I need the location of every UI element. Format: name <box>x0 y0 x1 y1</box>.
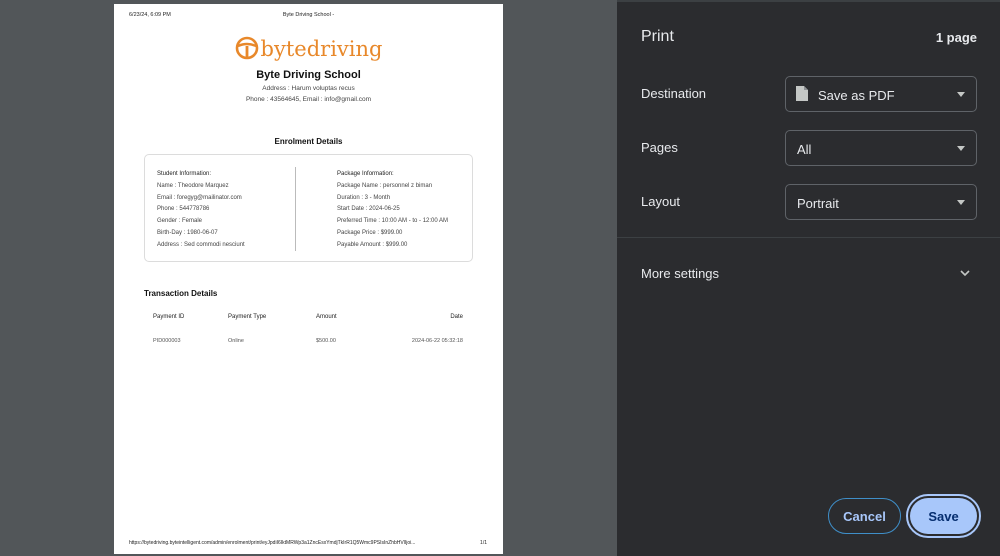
enrolment-details-title: Enrolment Details <box>274 137 343 146</box>
dropdown-arrow-icon <box>957 200 965 205</box>
cell-payment-id: PID000003 <box>153 338 181 344</box>
pages-select[interactable]: All <box>785 130 977 166</box>
logo-text-byte: byte <box>260 36 307 61</box>
student-address: Address : Sed commodi nesciunt <box>157 241 245 248</box>
cancel-button[interactable]: Cancel <box>828 498 901 534</box>
student-phone: Phone : 544778786 <box>157 206 210 213</box>
footer-page-number: 1/1 <box>480 540 487 546</box>
preview-page: 6/23/24, 6:09 PM Byte Driving School - b… <box>114 4 503 554</box>
package-name: Package Name : personnel z biman <box>337 182 433 189</box>
save-button[interactable]: Save <box>910 498 977 534</box>
chevron-down-icon[interactable] <box>960 268 970 278</box>
page-count: 1 page <box>935 30 977 45</box>
student-birthday: Birth-Day : 1980-06-07 <box>157 229 218 236</box>
column-header-payment-id: Payment ID <box>153 314 185 320</box>
table-header-row: Payment ID Payment Type Amount Date <box>153 314 463 326</box>
cell-date: 2024-06-22 05:32:18 <box>411 338 463 344</box>
package-information: Package Information: Package Name : pers… <box>337 169 448 252</box>
transaction-details-title: Transaction Details <box>144 289 218 298</box>
school-address: Address : Harum voluptas recus <box>262 85 355 92</box>
package-price: Package Price : $999.00 <box>337 229 403 236</box>
cell-amount: $500.00 <box>316 338 336 344</box>
school-name: Byte Driving School <box>256 69 361 81</box>
cell-payment-type: Online <box>228 338 244 344</box>
dropdown-arrow-icon <box>957 146 965 151</box>
header-title: Byte Driving School - <box>282 12 335 18</box>
transaction-table: Payment ID Payment Type Amount Date PID0… <box>153 314 463 350</box>
pages-label: Pages <box>641 140 678 155</box>
print-preview-area: 6/23/24, 6:09 PM Byte Driving School - b… <box>0 0 617 556</box>
destination-select[interactable]: Save as PDF <box>785 76 977 112</box>
dropdown-arrow-icon <box>957 92 965 97</box>
details-divider <box>295 167 296 251</box>
print-title: Print <box>641 28 674 45</box>
student-gender: Gender : Female <box>157 218 203 225</box>
document-icon <box>796 86 808 101</box>
steering-wheel-logo-icon <box>235 36 258 60</box>
student-email: Email : foregyg@mailinator.com <box>157 194 242 201</box>
column-header-date: Date <box>450 314 463 320</box>
logo-text-driving: driving <box>306 36 383 61</box>
package-preferred-time: Preferred Time : 10:00 AM - to - 12:00 A… <box>337 218 449 225</box>
panel-top-border <box>617 0 1000 2</box>
student-name: Name : Theodore Marquez <box>157 182 229 189</box>
enrolment-details-box: Student Information: Name : Theodore Mar… <box>144 154 473 262</box>
settings-divider <box>617 237 1000 238</box>
destination-value: Save as PDF <box>818 88 895 103</box>
table-row: PID000003 Online $500.00 2024-06-22 05:3… <box>153 338 463 350</box>
package-payable-amount: Payable Amount : $999.00 <box>337 241 408 248</box>
student-info-heading: Student Information: <box>157 171 212 177</box>
footer-url: https://bytedriving.byteintelligent.com/… <box>129 540 416 546</box>
column-header-amount: Amount <box>316 314 337 320</box>
package-start-date: Start Date : 2024-06-25 <box>337 206 400 213</box>
layout-label: Layout <box>641 194 681 209</box>
logo: bytedriving <box>114 36 503 60</box>
print-settings-panel: Print 1 page Destination Save as PDF Pag… <box>617 0 1000 556</box>
student-information: Student Information: Name : Theodore Mar… <box>157 169 245 252</box>
column-header-payment-type: Payment Type <box>228 314 267 320</box>
layout-select[interactable]: Portrait <box>785 184 977 220</box>
layout-value: Portrait <box>797 196 839 211</box>
package-info-heading: Package Information: <box>337 171 394 177</box>
logo-text: bytedriving <box>260 36 383 61</box>
destination-label: Destination <box>641 86 707 101</box>
pages-value: All <box>797 142 812 157</box>
package-duration: Duration : 3 - Month <box>337 194 391 201</box>
more-settings-toggle[interactable]: More settings <box>641 266 719 281</box>
school-contact: Phone : 43564645, Email : info@gmail.com <box>245 96 372 103</box>
